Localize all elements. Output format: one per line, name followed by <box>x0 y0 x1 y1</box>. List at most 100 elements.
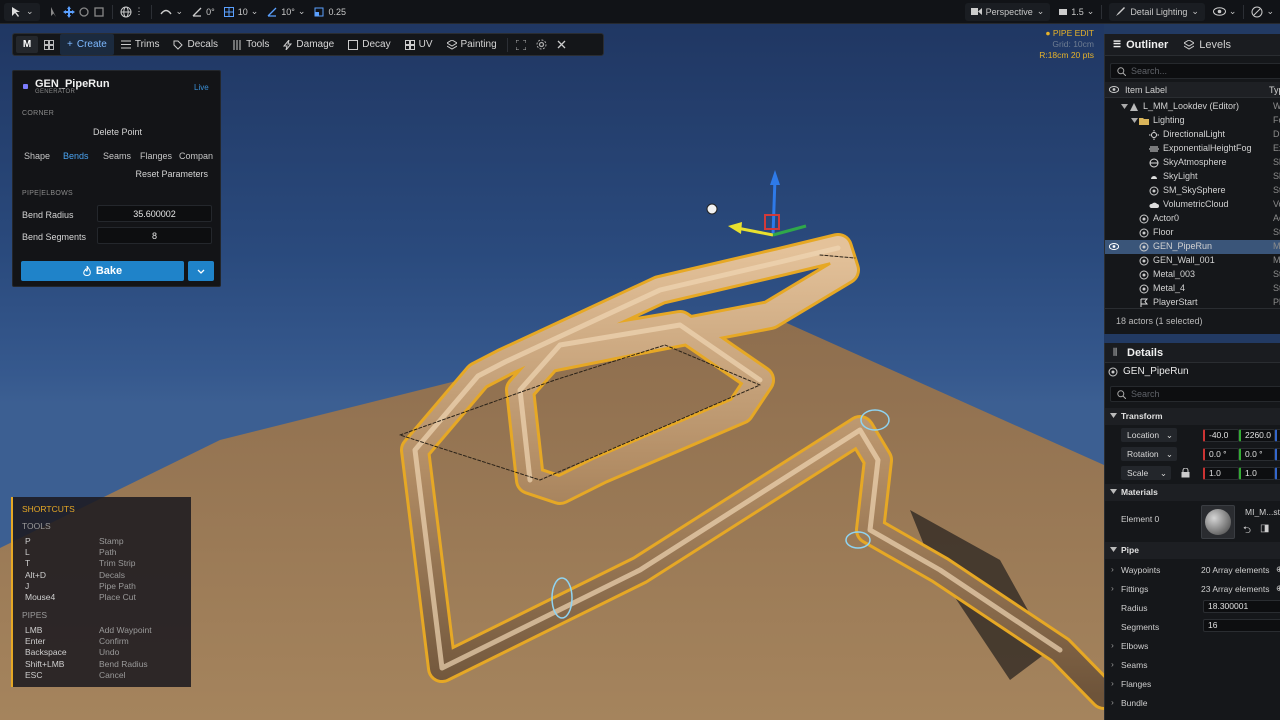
angle-snap-value: 0° <box>206 6 215 17</box>
col-type[interactable]: Typ <box>1269 85 1280 95</box>
reset-parameters-button[interactable]: Reset Parameters <box>135 169 208 179</box>
move-icon[interactable] <box>62 5 75 18</box>
scale-z-field[interactable]: 1 <box>1275 467 1280 480</box>
bend-radius-field[interactable]: 35.600002 <box>97 205 212 222</box>
bundle-section[interactable]: Bundle <box>1121 698 1280 708</box>
scale-y-field[interactable]: 1.0 <box>1239 467 1275 480</box>
outliner-row[interactable]: L_MM_Lookdev (Editor) W <box>1105 100 1280 114</box>
seams-section[interactable]: Seams <box>1121 660 1280 670</box>
scale-icon[interactable] <box>93 6 105 18</box>
bake-options-dropdown[interactable] <box>188 261 214 281</box>
tab-outliner[interactable]: ☰ Outliner <box>1105 34 1176 56</box>
outliner-row[interactable]: GEN_Wall_001 M <box>1105 254 1280 268</box>
scale-x-field[interactable]: 1.0 <box>1203 467 1239 480</box>
grid-snap[interactable]: 10 ⌄ <box>219 0 263 24</box>
lightning-icon <box>283 39 293 50</box>
outliner-row[interactable]: SM_SkySphere St <box>1105 184 1280 198</box>
col-item-label[interactable]: Item Label <box>1125 85 1167 95</box>
bake-button[interactable]: Bake <box>21 261 184 281</box>
eye-icon[interactable] <box>1109 86 1119 93</box>
grid-menu[interactable] <box>38 34 60 55</box>
flame-icon <box>83 266 91 276</box>
outliner-item-label: Metal_4 <box>1153 283 1186 293</box>
rotation-z-field[interactable]: 0 <box>1275 448 1280 461</box>
angle-snap[interactable]: 0° <box>187 0 219 24</box>
shortcut-key: T <box>25 558 31 569</box>
segments-field[interactable]: 16 <box>1203 619 1280 632</box>
outliner-row[interactable]: Metal_4 St <box>1105 282 1280 296</box>
rotation-y-field[interactable]: 0.0 ° <box>1239 448 1275 461</box>
maximize-button[interactable] <box>511 34 531 55</box>
details-search[interactable]: Search <box>1110 386 1280 402</box>
scale-dropdown[interactable]: Scale ⌄ <box>1121 466 1171 480</box>
tab-levels[interactable]: Levels <box>1176 34 1239 56</box>
mode-decay[interactable]: Decay <box>341 34 397 55</box>
tab-seams[interactable]: Seams <box>103 151 131 161</box>
lighting-dropdown[interactable]: Detail Lighting ⌄ <box>1105 0 1209 24</box>
elbows-section[interactable]: Elbows <box>1121 641 1280 651</box>
camera-speed[interactable]: 1.5 ⌄ <box>1054 0 1098 24</box>
mode-decals[interactable]: Decals <box>166 34 225 55</box>
outliner-row[interactable]: SkyAtmosphere Sk <box>1105 156 1280 170</box>
world-local-toggle[interactable]: ⋮ <box>116 0 148 24</box>
live-badge[interactable]: Live <box>194 83 209 92</box>
select-mode-button[interactable]: ⌄ <box>4 2 40 21</box>
select-mode-dropdown[interactable]: ⌄ <box>0 0 44 24</box>
mode-uv[interactable]: UV <box>398 34 440 55</box>
outliner-row[interactable]: SkyLight Sk <box>1105 170 1280 184</box>
add-element-icon[interactable]: ⊕ <box>1276 564 1280 575</box>
radius-field[interactable]: 18.300001 <box>1203 600 1280 613</box>
show-flags-dropdown[interactable]: ⌄ <box>1209 0 1241 24</box>
tab-bends[interactable]: Bends <box>63 151 89 161</box>
material-name[interactable]: MI_M...ste <box>1245 507 1280 517</box>
use-selected-icon[interactable]: ◨ <box>1260 523 1280 534</box>
outliner-search[interactable]: Search... <box>1110 63 1280 79</box>
details-object-name[interactable]: GEN_PipeRun <box>1123 366 1189 377</box>
rotation-snap[interactable]: 10° ⌄ <box>262 0 309 24</box>
outliner-row[interactable]: GEN_PipeRun M <box>1105 240 1280 254</box>
location-y-field[interactable]: 2260.0 <box>1239 429 1275 442</box>
rotation-dropdown[interactable]: Rotation ⌄ <box>1121 447 1177 461</box>
mode-create[interactable]: + Create <box>60 34 114 55</box>
outliner-row[interactable]: Actor0 Ac <box>1105 212 1280 226</box>
bend-segments-field[interactable]: 8 <box>97 227 212 244</box>
location-z-field[interactable]: 0 <box>1275 429 1280 442</box>
surface-snap[interactable]: ⌄ <box>155 0 188 24</box>
add-element-icon[interactable]: ⊕ <box>1276 583 1280 594</box>
rotation-x-field[interactable]: 0.0 ° <box>1203 448 1239 461</box>
tab-shape[interactable]: Shape <box>24 151 50 161</box>
tab-flanges[interactable]: Flanges <box>140 151 172 161</box>
lock-icon[interactable] <box>1181 468 1190 478</box>
mode-logo[interactable]: M <box>16 36 38 53</box>
section-materials[interactable]: Materials <box>1105 484 1280 501</box>
mode-tools[interactable]: Tools <box>225 34 276 55</box>
delete-point-button[interactable]: Delete Point <box>13 127 222 137</box>
rotate-icon[interactable] <box>78 6 90 18</box>
outliner-row[interactable]: Lighting Fo <box>1105 114 1280 128</box>
flanges-section[interactable]: Flanges <box>1121 679 1280 689</box>
settings-button[interactable] <box>531 34 552 55</box>
outliner-row[interactable]: ExponentialHeightFog Ex <box>1105 142 1280 156</box>
location-x-field[interactable]: -40.0 <box>1203 429 1239 442</box>
settings-dropdown[interactable]: ⌄ <box>1247 0 1280 24</box>
material-thumbnail[interactable] <box>1201 505 1235 539</box>
close-button[interactable] <box>552 34 571 55</box>
tab-companion[interactable]: Compan <box>179 151 213 161</box>
shortcut-key: L <box>25 547 30 558</box>
location-dropdown[interactable]: Location ⌄ <box>1121 428 1177 442</box>
mode-trims[interactable]: Trims <box>114 34 167 55</box>
mode-painting[interactable]: Painting <box>440 34 504 55</box>
section-pipe[interactable]: Pipe <box>1105 542 1280 559</box>
perspective-dropdown[interactable]: Perspective ⌄ <box>961 0 1055 24</box>
outliner-item-type: Ex <box>1273 143 1280 153</box>
mode-damage[interactable]: Damage <box>276 34 341 55</box>
outliner-row[interactable]: VolumetricCloud Vo <box>1105 198 1280 212</box>
section-transform[interactable]: Transform <box>1105 408 1280 425</box>
scale-snap[interactable]: 0.25 <box>309 0 350 24</box>
outliner-row[interactable]: Floor St <box>1105 226 1280 240</box>
outliner-item-type: St <box>1273 185 1280 195</box>
select-arrow-icon[interactable] <box>48 6 60 18</box>
outliner-row[interactable]: Metal_003 St <box>1105 268 1280 282</box>
outliner-row[interactable]: DirectionalLight Di <box>1105 128 1280 142</box>
eye-icon[interactable] <box>1109 243 1119 253</box>
